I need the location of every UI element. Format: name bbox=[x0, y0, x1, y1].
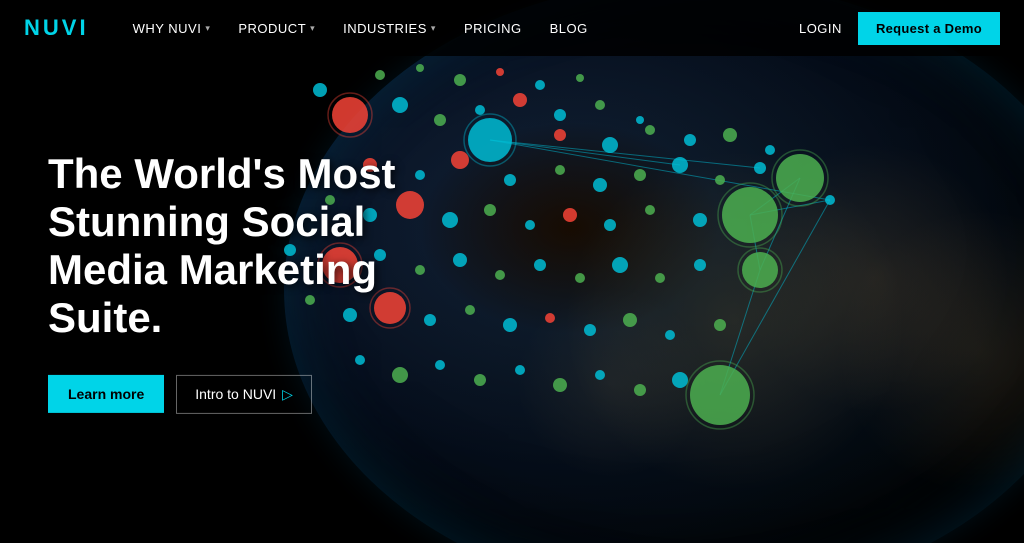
navigation: NUVI WHY NUVI ▾ PRODUCT ▾ INDUSTRIES ▾ P… bbox=[0, 0, 1024, 56]
hero-section: NUVI WHY NUVI ▾ PRODUCT ▾ INDUSTRIES ▾ P… bbox=[0, 0, 1024, 543]
nav-item-product[interactable]: PRODUCT ▾ bbox=[226, 15, 327, 42]
logo[interactable]: NUVI bbox=[24, 15, 89, 41]
nav-links: WHY NUVI ▾ PRODUCT ▾ INDUSTRIES ▾ PRICIN… bbox=[121, 15, 799, 42]
nav-right: LOGIN Request a Demo bbox=[799, 12, 1000, 45]
nav-item-blog[interactable]: BLOG bbox=[538, 15, 600, 42]
hero-title: The World's Most Stunning Social Media M… bbox=[48, 149, 428, 342]
nav-item-industries[interactable]: INDUSTRIES ▾ bbox=[331, 15, 448, 42]
intro-nuvi-button[interactable]: Intro to NUVI ▷ bbox=[176, 375, 312, 414]
logo-text: NUVI bbox=[24, 15, 89, 41]
request-demo-button[interactable]: Request a Demo bbox=[858, 12, 1000, 45]
learn-more-button[interactable]: Learn more bbox=[48, 375, 164, 413]
play-icon: ▷ bbox=[282, 386, 293, 403]
login-button[interactable]: LOGIN bbox=[799, 21, 842, 36]
hero-content: The World's Most Stunning Social Media M… bbox=[48, 149, 428, 413]
hero-buttons: Learn more Intro to NUVI ▷ bbox=[48, 375, 428, 414]
chevron-down-icon: ▾ bbox=[205, 23, 210, 34]
nav-item-why-nuvi[interactable]: WHY NUVI ▾ bbox=[121, 15, 223, 42]
chevron-down-icon: ▾ bbox=[310, 23, 315, 34]
chevron-down-icon: ▾ bbox=[431, 23, 436, 34]
nav-item-pricing[interactable]: PRICING bbox=[452, 15, 534, 42]
